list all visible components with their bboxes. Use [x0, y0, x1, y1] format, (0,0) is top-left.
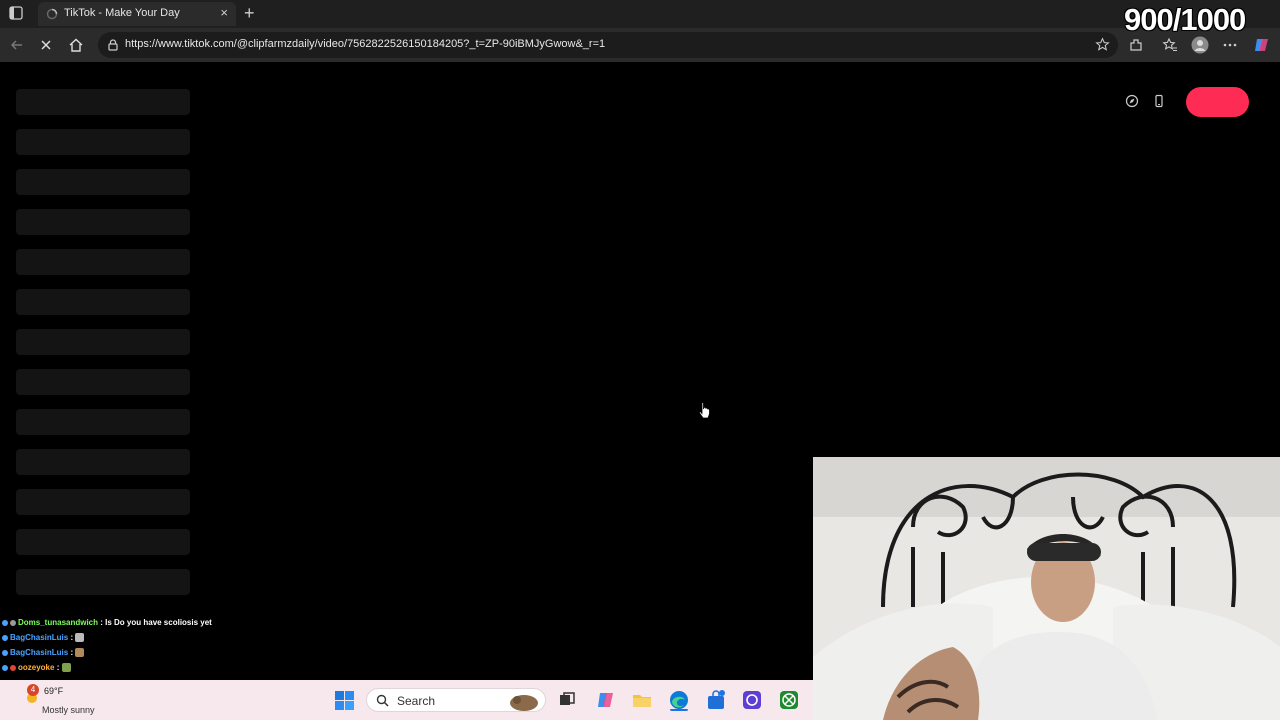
emote-icon: [61, 663, 71, 673]
chat-badge-icon: [2, 664, 8, 671]
login-button[interactable]: [1186, 87, 1249, 117]
header-actions: [1113, 87, 1253, 117]
tab-title: TikTok - Make Your Day: [64, 7, 180, 19]
chat-badge-icon: [10, 619, 16, 626]
site-info-icon[interactable]: [106, 38, 120, 52]
edge-browser-icon[interactable]: [668, 689, 690, 711]
app-icon[interactable]: [741, 689, 763, 711]
stream-chat: Doms_tunasandwich : Is Do you have scoli…: [2, 616, 422, 676]
address-bar[interactable]: https://www.tiktok.com/@clipfarmzdaily/v…: [98, 32, 1118, 58]
skeleton-loader: [16, 449, 190, 475]
chat-badge-icon: [2, 619, 8, 626]
chat-message: Doms_tunasandwich : Is Do you have scoli…: [2, 616, 422, 631]
skeleton-loader: [16, 89, 190, 115]
chat-text: :: [68, 633, 74, 642]
chat-badge-icon: [2, 649, 8, 656]
compass-icon[interactable]: [1125, 94, 1139, 108]
skeleton-loader: [16, 249, 190, 275]
chat-message: BagChasinLuis :: [2, 646, 422, 661]
skeleton-loader: [16, 129, 190, 155]
chat-username: BagChasinLuis: [10, 633, 69, 642]
more-options-icon[interactable]: [1222, 37, 1238, 53]
home-icon[interactable]: [67, 36, 85, 54]
stream-counter-overlay: 900/1000: [1124, 2, 1246, 37]
chat-text: :: [68, 648, 74, 657]
weather-alert-badge: 4: [27, 684, 39, 696]
xbox-icon[interactable]: [778, 689, 800, 711]
chat-username: oozeyoke: [18, 663, 55, 672]
favorite-star-icon[interactable]: [1095, 37, 1110, 52]
tab-bar: TikTok - Make Your Day × +: [0, 0, 1280, 28]
skeleton-loader: [16, 569, 190, 595]
task-view-icon[interactable]: [556, 689, 578, 711]
screen: TikTok - Make Your Day × + https://www.t…: [0, 0, 1280, 720]
weather-description: Mostly sunny: [42, 705, 95, 715]
weather-temperature: 69°F: [44, 686, 64, 696]
loading-spinner-icon: [46, 8, 58, 20]
weather-widget[interactable]: 4 69°F Mostly sunny: [24, 684, 164, 716]
skeleton-loader: [16, 169, 190, 195]
emote-icon: [75, 648, 85, 658]
tab-close-icon[interactable]: ×: [220, 6, 228, 20]
chat-badge-icon: [2, 634, 8, 641]
back-arrow-icon[interactable]: [8, 36, 26, 54]
chat-message: BagChasinLuis :: [2, 631, 422, 646]
chat-message: oozeyoke :: [2, 661, 422, 676]
extensions-icon[interactable]: [1128, 37, 1144, 53]
skeleton-loader: [16, 289, 190, 315]
profile-avatar-icon[interactable]: [1191, 36, 1209, 54]
chat-text: : Is Do you have scoliosis yet: [98, 618, 212, 627]
skeleton-loader: [16, 329, 190, 355]
store-icon[interactable]: [705, 689, 727, 711]
chat-username: Doms_tunasandwich: [18, 618, 99, 627]
copilot-icon[interactable]: [1253, 36, 1271, 54]
skeleton-loader: [16, 209, 190, 235]
chat-text: :: [54, 663, 60, 672]
webcam-feed: [813, 457, 1280, 720]
search-label: Search: [397, 694, 436, 708]
phone-icon[interactable]: [1152, 94, 1166, 108]
favorites-icon[interactable]: [1162, 37, 1178, 53]
webcam-image: [813, 457, 1280, 720]
hand-cursor-icon: [698, 402, 710, 419]
stop-loading-icon[interactable]: [37, 36, 55, 54]
chat-username: BagChasinLuis: [10, 648, 69, 657]
skeleton-loader: [16, 529, 190, 555]
taskbar-search[interactable]: Search: [366, 688, 546, 712]
new-tab-button[interactable]: +: [244, 3, 255, 23]
copilot-app-icon[interactable]: [595, 689, 617, 711]
browser-tab[interactable]: TikTok - Make Your Day ×: [38, 2, 236, 26]
browser-toolbar: https://www.tiktok.com/@clipfarmzdaily/v…: [0, 28, 1280, 62]
skull-emote-icon: [75, 633, 85, 643]
sidebar-toggle-icon[interactable]: [8, 5, 24, 21]
chat-badge-icon: [10, 664, 16, 671]
search-highlight-icon: [510, 695, 538, 711]
search-icon: [376, 694, 389, 707]
skeleton-loader: [16, 409, 190, 435]
file-explorer-icon[interactable]: [631, 689, 653, 711]
skeleton-loader: [16, 369, 190, 395]
url-text: https://www.tiktok.com/@clipfarmzdaily/v…: [125, 38, 606, 50]
windows-start-icon[interactable]: [335, 691, 354, 710]
skeleton-loader: [16, 489, 190, 515]
